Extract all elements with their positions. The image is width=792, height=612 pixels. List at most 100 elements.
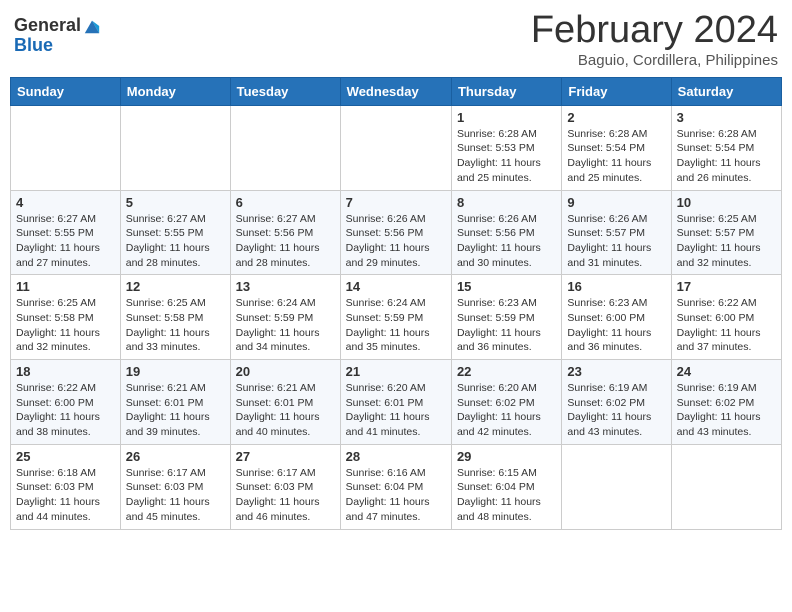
calendar-cell: 23 Sunrise: 6:19 AMSunset: 6:02 PMDayligh… [562, 360, 671, 445]
calendar-cell: 11Sunrise: 6:25 AMSunset: 5:58 PMDayligh… [11, 275, 121, 360]
day-info: Sunrise: 6:22 AMSunset: 6:00 PMDaylight:… [677, 296, 776, 355]
day-number: 27 [236, 449, 335, 464]
calendar-cell: 27 Sunrise: 6:17 AMSunset: 6:03 PMDayligh… [230, 444, 340, 529]
header-saturday: Saturday [671, 77, 781, 105]
day-info: Sunrise: 6:25 AMSunset: 5:58 PMDaylight:… [126, 296, 225, 355]
header-thursday: Thursday [451, 77, 561, 105]
day-info: Sunrise: 6:15 AMSunset: 6:04 PMDaylight:… [457, 466, 556, 525]
day-number: 16 [567, 279, 665, 294]
day-number: 8 [457, 195, 556, 210]
day-number: 21 [346, 364, 446, 379]
calendar-week-row: 4 Sunrise: 6:27 AMSunset: 5:55 PMDaylight… [11, 190, 782, 275]
header-sunday: Sunday [11, 77, 121, 105]
calendar-cell: 6Sunrise: 6:27 AMSunset: 5:56 PMDaylight… [230, 190, 340, 275]
day-number: 13 [236, 279, 335, 294]
calendar-cell: 8 Sunrise: 6:26 AMSunset: 5:56 PMDaylight… [451, 190, 561, 275]
day-info: Sunrise: 6:27 AMSunset: 5:56 PMDaylight:… [236, 212, 335, 271]
day-number: 3 [677, 110, 776, 125]
day-info: Sunrise: 6:27 AMSunset: 5:55 PMDaylight:… [16, 212, 115, 271]
calendar-header-row: Sunday Monday Tuesday Wednesday Thursday… [11, 77, 782, 105]
day-number: 11 [16, 279, 115, 294]
day-number: 23 [567, 364, 665, 379]
day-info: Sunrise: 6:23 AMSunset: 5:59 PMDaylight:… [457, 296, 556, 355]
logo-blue: Blue [14, 36, 101, 56]
calendar-cell: 18 Sunrise: 6:22 AMSunset: 6:00 PMDayligh… [11, 360, 121, 445]
day-info: Sunrise: 6:16 AMSunset: 6:04 PMDaylight:… [346, 466, 446, 525]
calendar-cell: 5 Sunrise: 6:27 AMSunset: 5:55 PMDaylight… [120, 190, 230, 275]
day-number: 14 [346, 279, 446, 294]
calendar-cell: 1Sunrise: 6:28 AMSunset: 5:53 PMDaylight… [451, 105, 561, 190]
calendar-cell [562, 444, 671, 529]
day-number: 2 [567, 110, 665, 125]
calendar-cell: 25 Sunrise: 6:18 AMSunset: 6:03 PMDayligh… [11, 444, 121, 529]
calendar-cell: 17Sunrise: 6:22 AMSunset: 6:00 PMDayligh… [671, 275, 781, 360]
calendar-cell: 24 Sunrise: 6:19 AMSunset: 6:02 PMDayligh… [671, 360, 781, 445]
logo-icon [83, 17, 101, 35]
calendar-cell: 21 Sunrise: 6:20 AMSunset: 6:01 PMDayligh… [340, 360, 451, 445]
calendar-cell: 19 Sunrise: 6:21 AMSunset: 6:01 PMDayligh… [120, 360, 230, 445]
calendar-cell: 4 Sunrise: 6:27 AMSunset: 5:55 PMDaylight… [11, 190, 121, 275]
calendar-cell: 20Sunrise: 6:21 AMSunset: 6:01 PMDayligh… [230, 360, 340, 445]
logo-text: General Blue [14, 16, 101, 56]
header-wednesday: Wednesday [340, 77, 451, 105]
day-number: 5 [126, 195, 225, 210]
calendar-week-row: 25 Sunrise: 6:18 AMSunset: 6:03 PMDayligh… [11, 444, 782, 529]
calendar-cell: 10 Sunrise: 6:25 AMSunset: 5:57 PMDayligh… [671, 190, 781, 275]
calendar-cell: 26 Sunrise: 6:17 AMSunset: 6:03 PMDayligh… [120, 444, 230, 529]
day-number: 7 [346, 195, 446, 210]
calendar-cell: 14 Sunrise: 6:24 AMSunset: 5:59 PMDayligh… [340, 275, 451, 360]
day-info: Sunrise: 6:28 AMSunset: 5:53 PMDaylight:… [457, 127, 556, 186]
day-info: Sunrise: 6:27 AMSunset: 5:55 PMDaylight:… [126, 212, 225, 271]
calendar-cell: 15 Sunrise: 6:23 AMSunset: 5:59 PMDayligh… [451, 275, 561, 360]
day-number: 10 [677, 195, 776, 210]
calendar-cell: 12 Sunrise: 6:25 AMSunset: 5:58 PMDayligh… [120, 275, 230, 360]
day-number: 19 [126, 364, 225, 379]
day-info: Sunrise: 6:20 AMSunset: 6:02 PMDaylight:… [457, 381, 556, 440]
day-info: Sunrise: 6:23 AMSunset: 6:00 PMDaylight:… [567, 296, 665, 355]
calendar-week-row: 1Sunrise: 6:28 AMSunset: 5:53 PMDaylight… [11, 105, 782, 190]
day-number: 20 [236, 364, 335, 379]
day-info: Sunrise: 6:21 AMSunset: 6:01 PMDaylight:… [126, 381, 225, 440]
header-friday: Friday [562, 77, 671, 105]
day-number: 9 [567, 195, 665, 210]
calendar-cell: 22 Sunrise: 6:20 AMSunset: 6:02 PMDayligh… [451, 360, 561, 445]
day-info: Sunrise: 6:19 AMSunset: 6:02 PMDaylight:… [567, 381, 665, 440]
day-number: 29 [457, 449, 556, 464]
day-number: 15 [457, 279, 556, 294]
calendar-cell: 9 Sunrise: 6:26 AMSunset: 5:57 PMDaylight… [562, 190, 671, 275]
calendar-cell [11, 105, 121, 190]
day-info: Sunrise: 6:26 AMSunset: 5:57 PMDaylight:… [567, 212, 665, 271]
calendar-cell [230, 105, 340, 190]
day-info: Sunrise: 6:17 AMSunset: 6:03 PMDaylight:… [126, 466, 225, 525]
logo-general: General [14, 16, 81, 36]
calendar-cell: 16 Sunrise: 6:23 AMSunset: 6:00 PMDayligh… [562, 275, 671, 360]
calendar-cell: 2Sunrise: 6:28 AMSunset: 5:54 PMDaylight… [562, 105, 671, 190]
calendar-table: Sunday Monday Tuesday Wednesday Thursday… [10, 77, 782, 530]
day-info: Sunrise: 6:26 AMSunset: 5:56 PMDaylight:… [346, 212, 446, 271]
day-info: Sunrise: 6:20 AMSunset: 6:01 PMDaylight:… [346, 381, 446, 440]
header-monday: Monday [120, 77, 230, 105]
header-tuesday: Tuesday [230, 77, 340, 105]
title-block: February 2024 Baguio, Cordillera, Philip… [531, 10, 778, 69]
calendar-cell: 13Sunrise: 6:24 AMSunset: 5:59 PMDayligh… [230, 275, 340, 360]
day-number: 25 [16, 449, 115, 464]
day-number: 12 [126, 279, 225, 294]
day-number: 22 [457, 364, 556, 379]
day-info: Sunrise: 6:28 AMSunset: 5:54 PMDaylight:… [677, 127, 776, 186]
day-info: Sunrise: 6:18 AMSunset: 6:03 PMDaylight:… [16, 466, 115, 525]
day-info: Sunrise: 6:19 AMSunset: 6:02 PMDaylight:… [677, 381, 776, 440]
page-header: General Blue February 2024 Baguio, Cordi… [10, 10, 782, 69]
logo: General Blue [14, 16, 101, 56]
day-number: 18 [16, 364, 115, 379]
calendar-cell: 3 Sunrise: 6:28 AMSunset: 5:54 PMDaylight… [671, 105, 781, 190]
day-info: Sunrise: 6:25 AMSunset: 5:57 PMDaylight:… [677, 212, 776, 271]
day-number: 24 [677, 364, 776, 379]
calendar-cell [120, 105, 230, 190]
day-info: Sunrise: 6:24 AMSunset: 5:59 PMDaylight:… [346, 296, 446, 355]
title-month: February 2024 [531, 10, 778, 52]
day-number: 4 [16, 195, 115, 210]
day-number: 26 [126, 449, 225, 464]
day-info: Sunrise: 6:22 AMSunset: 6:00 PMDaylight:… [16, 381, 115, 440]
day-info: Sunrise: 6:26 AMSunset: 5:56 PMDaylight:… [457, 212, 556, 271]
day-info: Sunrise: 6:17 AMSunset: 6:03 PMDaylight:… [236, 466, 335, 525]
